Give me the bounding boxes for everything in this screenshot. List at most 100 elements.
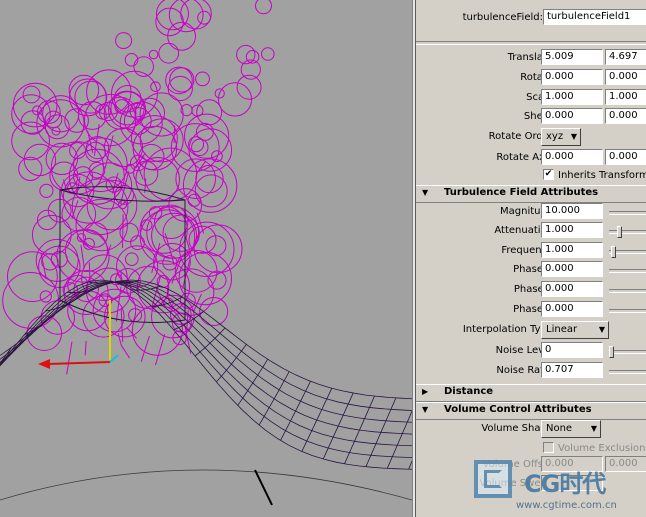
mesh-line (322, 392, 354, 460)
inherits-transform-label: Inherits Transform (558, 170, 646, 181)
name-field[interactable]: turbulenceField1 (543, 9, 646, 25)
phase-y-field[interactable]: 0.000 (541, 281, 603, 297)
interpolation-dropdown[interactable]: Linear ▼ (541, 321, 609, 339)
cgtime-watermark: CG时代 www.cgtime.com.cn (468, 456, 646, 517)
particle (131, 115, 178, 162)
particle (50, 250, 68, 268)
phase-z-field[interactable]: 0.000 (541, 301, 603, 317)
particle (39, 183, 54, 198)
scale-y-field[interactable]: 1.000 (605, 89, 646, 105)
translate-x-field[interactable]: 5.009 (541, 49, 603, 65)
particle (74, 80, 108, 114)
attenuation-row: Attenuation 1.000 (416, 221, 646, 241)
rotate-y-field[interactable]: 0.000 (605, 69, 646, 85)
noise-level-field[interactable]: 0 (541, 342, 603, 358)
phase-x-field[interactable]: 0.000 (541, 261, 603, 277)
particle (12, 82, 58, 128)
particle (130, 235, 145, 251)
rotate-row: Rotate 0.000 0.000 (416, 68, 646, 88)
volume-shape-row: Volume Shape None ▼ (416, 419, 646, 439)
magnitude-field[interactable]: 10.000 (541, 203, 603, 219)
attenuation-slider[interactable] (609, 226, 646, 238)
magnitude-row: Magnitude 10.000 (416, 202, 646, 222)
mesh-line (237, 358, 269, 406)
particle (188, 136, 205, 153)
volume-shape-dropdown[interactable]: None ▼ (541, 420, 601, 438)
particle (255, 0, 272, 15)
dropdown-arrow-icon: ▼ (570, 132, 577, 141)
noise-ratio-slider[interactable] (609, 370, 646, 374)
shear-x-field[interactable]: 0.000 (541, 108, 603, 124)
dropdown-arrow-icon: ▼ (590, 424, 597, 433)
name-label: turbulenceField: (462, 12, 543, 23)
mesh-line (280, 381, 311, 441)
header-separator (416, 41, 646, 45)
particle (39, 290, 52, 303)
inherits-transform-checkbox[interactable]: ✔ (543, 169, 554, 180)
particle (261, 47, 275, 61)
volume-exclusion-checkbox[interactable] (543, 442, 554, 453)
scale-x-field[interactable]: 1.000 (541, 89, 603, 105)
rotate-x-field[interactable]: 0.000 (541, 69, 603, 85)
particle-cloud (2, 0, 275, 375)
particle (37, 209, 58, 231)
rotate-order-dropdown[interactable]: xyz ▼ (541, 128, 581, 146)
particle (125, 252, 139, 267)
particle (11, 121, 50, 161)
particle (82, 222, 109, 248)
noise-ratio-row: Noise Ratio 0.707 (416, 361, 646, 381)
expand-triangle-icon: ▶ (422, 387, 429, 396)
particle-trail (122, 214, 124, 248)
slider-knob[interactable] (609, 346, 614, 358)
collapse-triangle-icon: ▼ (422, 405, 429, 414)
particle (182, 158, 238, 213)
particle (167, 75, 193, 102)
viewport-3d[interactable] (0, 0, 412, 517)
volume-section-header[interactable]: ▼ Volume Control Attributes (416, 402, 646, 420)
particle (150, 81, 161, 92)
particle (143, 147, 198, 202)
phase-x-row: Phase X 0.000 (416, 260, 646, 280)
phase-x-slider[interactable] (609, 269, 646, 273)
mesh-line (0, 347, 12, 364)
slider-knob[interactable] (611, 246, 616, 258)
noise-level-slider[interactable] (609, 346, 646, 358)
magnitude-slider[interactable] (609, 211, 646, 215)
inherits-transform-row: ✔ Inherits Transform (416, 166, 646, 186)
particle-trail (140, 335, 150, 362)
particle (115, 32, 133, 50)
attenuation-field[interactable]: 1.000 (541, 222, 603, 238)
shear-y-field[interactable]: 0.000 (605, 108, 646, 124)
distance-section-title: Distance (444, 386, 494, 397)
particle (193, 224, 243, 274)
frequency-field[interactable]: 1.000 (541, 242, 603, 258)
phase-y-slider[interactable] (609, 289, 646, 293)
translate-y-field[interactable]: 4.697 (605, 49, 646, 65)
turbulence-section-header[interactable]: ▼ Turbulence Field Attributes (416, 185, 646, 203)
volume-exclusion-label: Volume Exclusion (558, 443, 646, 454)
phase-z-row: Phase Z 0.000 (416, 300, 646, 320)
particle-trail (117, 333, 122, 346)
watermark-url: www.cgtime.com.cn (516, 500, 617, 511)
particle (135, 157, 180, 202)
particle (158, 42, 180, 64)
particle-trail (112, 172, 119, 194)
particle-trail (173, 125, 176, 143)
frequency-slider[interactable] (609, 246, 646, 258)
particle-trail (84, 340, 87, 356)
rotate-axis-x-field[interactable]: 0.000 (541, 149, 603, 165)
noise-ratio-field[interactable]: 0.707 (541, 362, 603, 378)
translate-row: Translate 5.009 4.697 (416, 48, 646, 68)
rotate-axis-y-field[interactable]: 0.000 (605, 149, 646, 165)
slider-knob[interactable] (617, 226, 622, 238)
particle-trail (66, 341, 73, 375)
distance-section-header[interactable]: ▶ Distance (416, 384, 646, 402)
particle (124, 53, 139, 67)
particle (196, 99, 223, 126)
noise-level-row: Noise Level 0 (416, 341, 646, 361)
volume-section-title: Volume Control Attributes (444, 404, 592, 415)
mesh-line (0, 279, 412, 400)
particle (45, 142, 78, 176)
interpolation-label: Interpolation Type (462, 324, 553, 335)
phase-z-slider[interactable] (609, 309, 646, 313)
